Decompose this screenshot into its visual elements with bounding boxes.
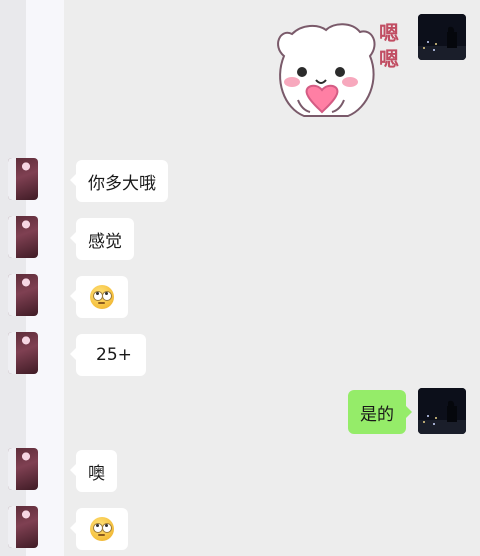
sticker-caption-line-1: 嗯 bbox=[379, 21, 399, 45]
night-city-avatar-icon bbox=[418, 14, 466, 60]
my-avatar[interactable] bbox=[418, 388, 466, 434]
message-text: 25+ bbox=[96, 345, 132, 365]
message-bubble-left[interactable] bbox=[70, 276, 128, 318]
my-avatar[interactable] bbox=[418, 14, 466, 60]
sticker-caption-line-2: 嗯 bbox=[379, 47, 399, 71]
message-text: 你多大哦 bbox=[88, 173, 156, 194]
message-bubble-left[interactable]: 25+ bbox=[70, 334, 146, 376]
message-bubble-left[interactable]: 噢 bbox=[70, 450, 117, 492]
message-bubble-right[interactable]: 是的 bbox=[348, 390, 412, 434]
night-city-avatar-icon bbox=[418, 388, 466, 434]
contact-avatar[interactable] bbox=[8, 506, 38, 548]
message-bubble-left[interactable] bbox=[70, 508, 128, 550]
message-bubble-left[interactable]: 你多大哦 bbox=[70, 160, 168, 202]
contact-avatar[interactable] bbox=[8, 158, 38, 200]
contact-avatar[interactable] bbox=[8, 332, 38, 374]
message-text: 是的 bbox=[360, 404, 394, 425]
sticker-caption: 嗯 嗯 bbox=[372, 20, 406, 72]
message-text: 噢 bbox=[88, 463, 105, 484]
contact-avatar[interactable] bbox=[8, 274, 38, 316]
contact-avatar[interactable] bbox=[8, 448, 38, 490]
message-bubble-left[interactable]: 感觉 bbox=[70, 218, 134, 260]
contact-avatar[interactable] bbox=[8, 216, 38, 258]
eye-roll-emoji-icon bbox=[90, 517, 114, 541]
eye-roll-emoji-icon bbox=[90, 285, 114, 309]
message-text: 感觉 bbox=[88, 231, 122, 252]
